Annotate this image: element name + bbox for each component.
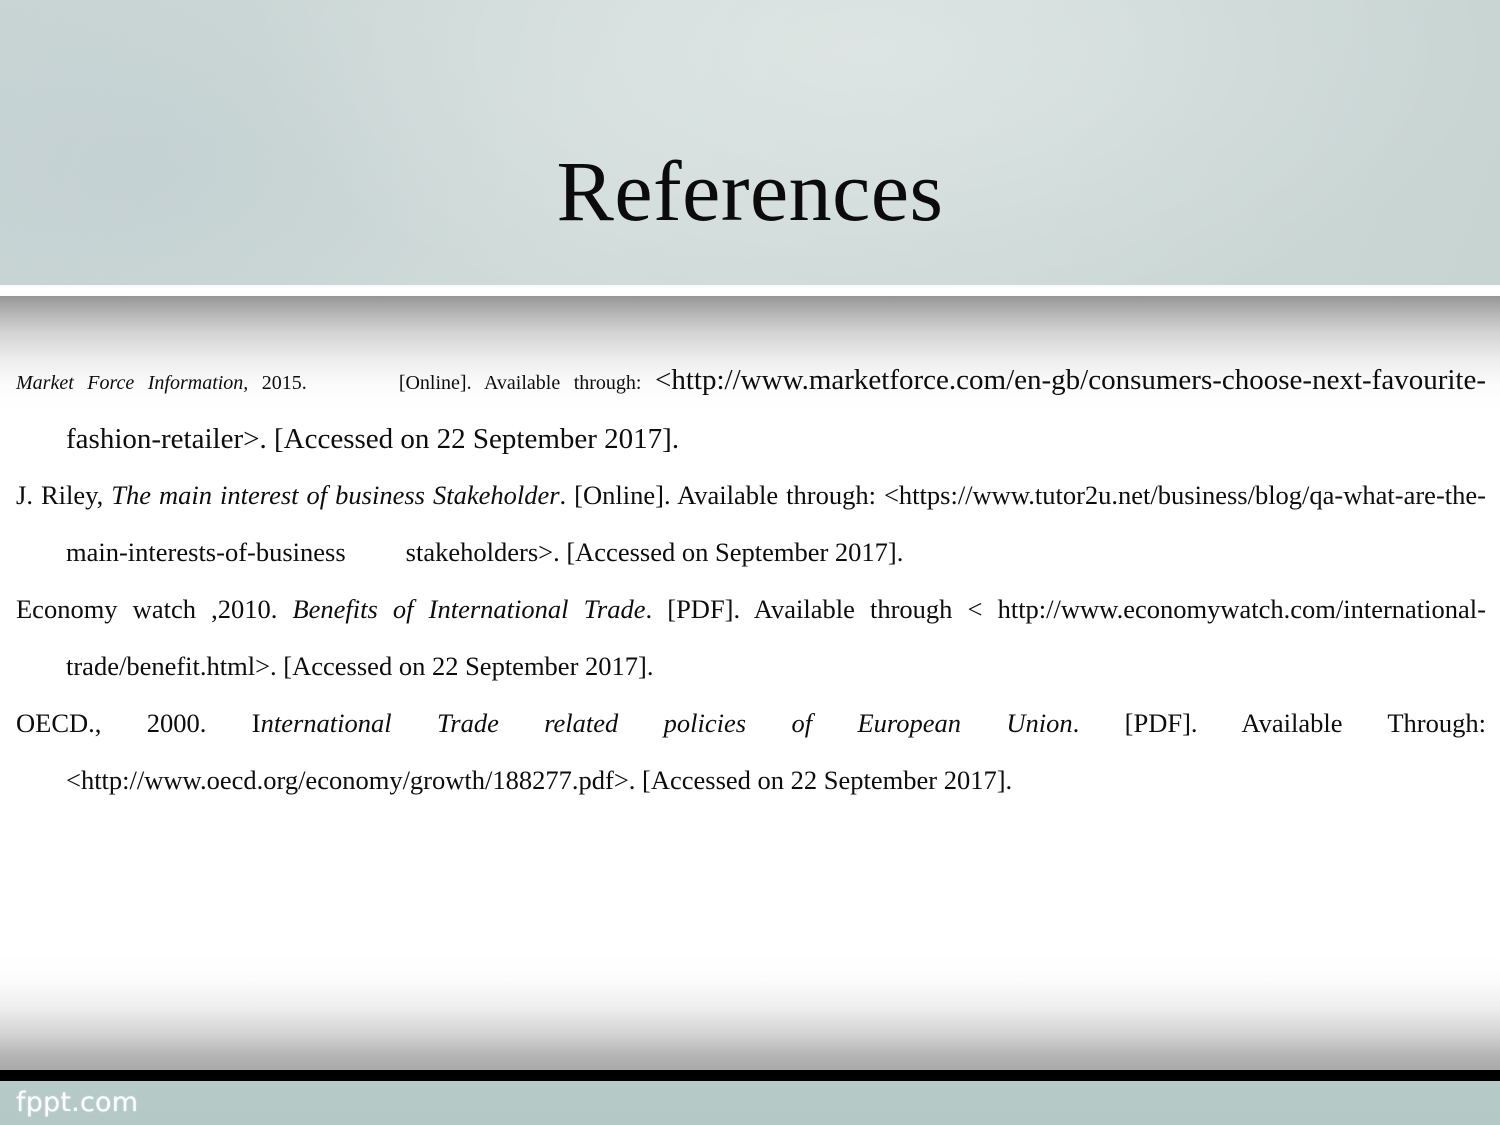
references-list: Market Force Information, 2015. [Online].… bbox=[0, 352, 1500, 982]
reference-2-title: The main interest of business Stakeholde… bbox=[111, 480, 560, 510]
reference-1-title: Market Force Information, bbox=[16, 372, 249, 394]
page-title: References bbox=[556, 142, 944, 239]
header-divider-strip bbox=[0, 285, 1500, 296]
reference-3-title: Benefits of International Trade bbox=[292, 594, 646, 624]
reference-item-j-riley: J. Riley, The main interest of business … bbox=[16, 467, 1486, 581]
reference-4-title: nternational Trade related policies of E… bbox=[260, 708, 1073, 738]
slide-references: References Market Force Information, 201… bbox=[0, 0, 1500, 1125]
footer-black-bar bbox=[0, 1070, 1500, 1081]
footer-band bbox=[0, 1081, 1500, 1125]
reference-2-author: J. Riley, bbox=[16, 480, 112, 510]
reference-item-economy-watch: Economy watch ,2010. Benefits of Interna… bbox=[16, 581, 1486, 695]
reference-1-availability: [Online]. Available through: bbox=[398, 372, 655, 394]
reference-3-author: Economy watch ,2010. bbox=[16, 594, 293, 624]
reference-4-author: OECD., 2000. I bbox=[16, 708, 261, 738]
reference-2-url-part2: stakeholders>. [Accessed on September 20… bbox=[405, 537, 904, 567]
reference-1-year: 2015. bbox=[248, 372, 307, 394]
reference-item-market-force: Market Force Information, 2015. [Online].… bbox=[16, 352, 1486, 467]
footer-watermark: fppt.com bbox=[16, 1087, 139, 1118]
reference-item-oecd: OECD., 2000. International Trade related… bbox=[16, 695, 1486, 809]
